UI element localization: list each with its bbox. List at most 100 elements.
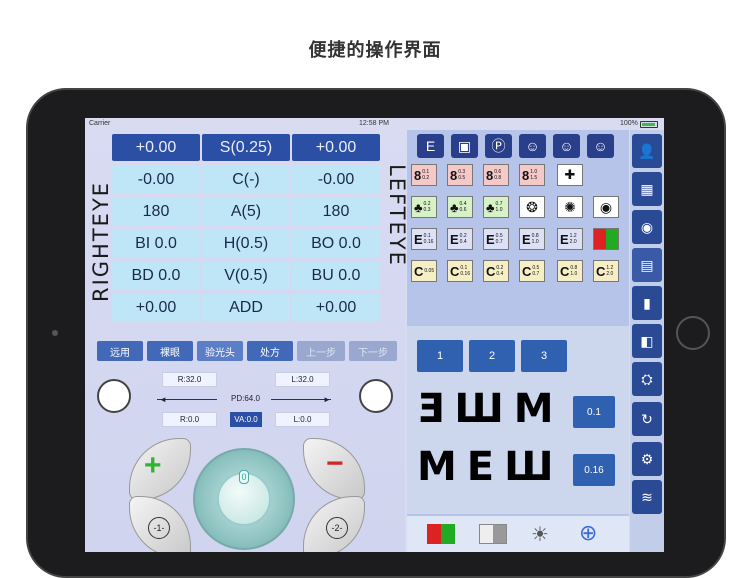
chart-8-cell[interactable]: 8 1.0 1.5 [519, 164, 545, 186]
next-step-button[interactable]: 下一步 [349, 341, 397, 361]
chart-c-cell[interactable]: C 0.8 1.0 [557, 260, 583, 282]
arrow-head-right: ► [323, 395, 331, 404]
r-add-value[interactable]: +0.00 [112, 294, 200, 321]
prescription-button[interactable]: 处方 [247, 341, 293, 361]
dot-target-icon[interactable]: ◉ [593, 196, 619, 218]
l-bo-value[interactable]: BO 0.0 [292, 230, 380, 257]
adjustment-dial[interactable]: 0 [193, 448, 295, 550]
axis-button[interactable]: A(5) [202, 198, 290, 225]
chart-tree-cell[interactable]: ♣ 0.2 0.3 [411, 196, 437, 218]
optotype-row-2: MEШ [417, 444, 564, 490]
status-bar: Carrier 12:58 PM 100% [85, 118, 664, 130]
chart-tree-cell[interactable]: ♣ 0.4 0.6 [447, 196, 473, 218]
cyl-button[interactable]: C(-) [202, 166, 290, 193]
minus-button[interactable]: − [303, 438, 365, 500]
phoropter-device-icon[interactable]: ▮ [632, 286, 662, 320]
plus-button[interactable]: + [129, 438, 191, 500]
r-sph-value[interactable]: +0.00 [112, 134, 200, 161]
left-pd-field[interactable]: L:32.0 [275, 372, 330, 387]
line-2-button[interactable]: 2 [469, 340, 515, 372]
patient-profile-icon[interactable]: 👤 [632, 134, 662, 168]
eyes-icon[interactable]: ◉ [632, 210, 662, 244]
dial-knob[interactable]: 0 [217, 470, 271, 526]
chart-c-cell[interactable]: C 0.1 0.16 [447, 260, 473, 282]
patient-icon-3[interactable]: ☺ [587, 134, 614, 158]
contrast-icon[interactable] [479, 524, 507, 544]
distance-mode-button[interactable]: 远用 [97, 341, 143, 361]
va-row-2-button[interactable]: 0.16 [573, 454, 615, 486]
right-sidebar: 👤 ▦ ◉ ▤ ▮ ◧ ⛭ ↻ ⚙ ≋ [630, 130, 664, 552]
chart-8-cell[interactable]: 8 0.3 0.5 [447, 164, 473, 186]
battery-icon [640, 121, 658, 128]
chart-c-cell[interactable]: C 0.5 0.7 [519, 260, 545, 282]
chart-c-cell[interactable]: C 0.05 [411, 260, 437, 282]
right-pd-field[interactable]: R:32.0 [162, 372, 217, 387]
radial-target-icon[interactable]: ❂ [519, 196, 545, 218]
phoropter-head-button[interactable]: 验光头 [197, 341, 243, 361]
chart-device-icon[interactable]: ▤ [632, 248, 662, 282]
add-button[interactable]: ADD [202, 294, 290, 321]
chart-preview: 1 2 3 ƎШM MEШ 0.1 0.16 [407, 326, 629, 514]
l-sph-value[interactable]: +0.00 [292, 134, 380, 161]
p-chart-icon[interactable]: Ⓟ [485, 134, 512, 158]
chart-8-cell[interactable]: 8 0.6 0.8 [483, 164, 509, 186]
projector-icon[interactable]: ▣ [451, 134, 478, 158]
left-va-field[interactable]: L:0.0 [275, 412, 330, 427]
grid-menu-icon[interactable]: ▦ [632, 172, 662, 206]
r-cyl-value[interactable]: -0.00 [112, 166, 200, 193]
chart-e-cell[interactable]: E 1.2 2.0 [557, 228, 583, 250]
r-bd-value[interactable]: BD 0.0 [112, 262, 200, 289]
l-cyl-value[interactable]: -0.00 [292, 166, 380, 193]
plus-icon: + [144, 449, 162, 482]
autorefractor-icon[interactable]: ⛭ [632, 362, 662, 396]
patient-icon-2[interactable]: ☺ [553, 134, 580, 158]
target-icon[interactable]: ⊕ [579, 520, 597, 546]
sph-step-button[interactable]: S(0.25) [202, 134, 290, 161]
brightness-icon[interactable]: ☀ [531, 522, 549, 547]
chart-e-cell[interactable]: E 0.5 0.7 [483, 228, 509, 250]
settings-icon[interactable]: ⚙ [632, 442, 662, 476]
v-prism-button[interactable]: V(0.5) [202, 262, 290, 289]
lensmeter-icon[interactable]: ◧ [632, 324, 662, 358]
right-eye-occluder-toggle[interactable] [97, 379, 131, 413]
pd-arrow-right [271, 399, 331, 400]
left-eye-occluder-toggle[interactable] [359, 379, 393, 413]
l-add-value[interactable]: +0.00 [292, 294, 380, 321]
line-1-button[interactable]: 1 [417, 340, 463, 372]
clock-label: 12:58 PM [359, 120, 389, 127]
bottom-toolbar: ☀ ⊕ [407, 516, 629, 552]
wifi-icon[interactable]: ≋ [632, 480, 662, 514]
chart-c-cell[interactable]: C 0.2 0.4 [483, 260, 509, 282]
patient-icon-1[interactable]: ☺ [519, 134, 546, 158]
cross-target-icon[interactable]: ✚ [557, 164, 583, 186]
h-prism-button[interactable]: H(0.5) [202, 230, 290, 257]
chart-8-cell[interactable]: 8 0.1 0.2 [411, 164, 437, 186]
previous-step-button[interactable]: 上一步 [297, 341, 345, 361]
red-green-filter-icon[interactable] [427, 524, 455, 544]
arrow-head-left: ◄ [159, 395, 167, 404]
va-row-1-button[interactable]: 0.1 [573, 396, 615, 428]
chart-e-cell[interactable]: E 0.2 0.4 [447, 228, 473, 250]
red-green-test-icon[interactable] [593, 228, 619, 250]
va-field[interactable]: VA:0.0 [230, 412, 262, 427]
line-3-button[interactable]: 3 [521, 340, 567, 372]
home-button[interactable] [676, 316, 710, 350]
sync-icon[interactable]: ↻ [632, 402, 662, 436]
e-chart-icon[interactable]: E [417, 134, 444, 158]
chart-e-cell[interactable]: E 0.1 0.16 [411, 228, 437, 250]
r-axis-value[interactable]: 180 [112, 198, 200, 225]
chart-panel: E ▣ Ⓟ ☺ ☺ ☺ 8 0.1 0.2 8 0.3 0.5 8 0.6 0.8 8 1.0… [407, 130, 629, 552]
lens-1-button[interactable]: -1- [129, 496, 191, 552]
dial-value: 0 [239, 470, 249, 484]
chart-e-cell[interactable]: E 0.8 1.0 [519, 228, 545, 250]
lens-2-button[interactable]: -2- [303, 496, 365, 552]
right-va-field[interactable]: R:0.0 [162, 412, 217, 427]
r-bi-value[interactable]: BI 0.0 [112, 230, 200, 257]
naked-eye-button[interactable]: 裸眼 [147, 341, 193, 361]
l-axis-value[interactable]: 180 [292, 198, 380, 225]
chart-c-cell[interactable]: C 1.2 2.0 [593, 260, 619, 282]
l-bu-value[interactable]: BU 0.0 [292, 262, 380, 289]
chart-tree-cell[interactable]: ♣ 0.7 1.0 [483, 196, 509, 218]
app-screen: Carrier 12:58 PM 100% RIGHTEYE LEFTEYE +… [85, 118, 664, 552]
astig-dial-icon[interactable]: ✺ [557, 196, 583, 218]
